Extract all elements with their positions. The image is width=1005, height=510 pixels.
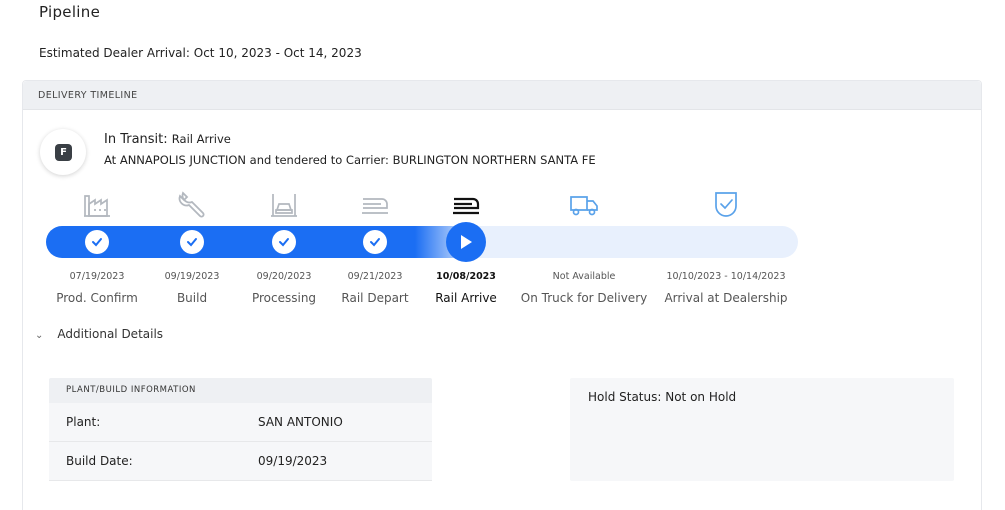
build-date-value: 09/19/2023: [258, 454, 328, 468]
hold-status-panel: Hold Status: Not on Hold: [570, 378, 954, 481]
transit-status-label: In Transit:: [104, 132, 168, 147]
page-title: Pipeline: [39, 3, 101, 21]
transit-status-stage: Rail Arrive: [171, 132, 231, 146]
step-current-play-icon: [446, 222, 486, 262]
train-icon: [453, 197, 480, 215]
step-label: Prod. Confirm: [56, 291, 138, 305]
step-complete-check-icon: [85, 230, 109, 254]
additional-details-toggle[interactable]: ⌄ Additional Details: [35, 327, 163, 341]
estimated-arrival: Estimated Dealer Arrival: Oct 10, 2023 -…: [39, 46, 362, 60]
progress-fill: [46, 226, 475, 258]
step-label: Build: [176, 291, 208, 305]
plant-label: Plant:: [66, 415, 101, 429]
plant-row: Plant: SAN ANTONIO: [49, 403, 432, 442]
delivery-timeline-header: DELIVERY TIMELINE: [23, 81, 981, 110]
wrench-icon: [178, 191, 205, 218]
eta-label: Estimated Dealer Arrival:: [39, 46, 190, 60]
plant-value: SAN ANTONIO: [258, 415, 343, 429]
progress-track: [46, 226, 798, 258]
car-lift-icon: [271, 194, 297, 217]
eta-value: Oct 10, 2023 - Oct 14, 2023: [193, 46, 362, 60]
transit-status: In Transit: Rail Arrive: [104, 132, 231, 147]
truck-icon: [570, 196, 598, 216]
build-date-label: Build Date:: [66, 454, 133, 468]
step-label: Arrival at Dealership: [664, 291, 788, 305]
plant-build-panel: PLANT/BUILD INFORMATION Plant: SAN ANTON…: [49, 378, 432, 481]
step-label: Rail Depart: [341, 291, 409, 305]
step-date: 09/20/2023: [256, 271, 312, 282]
step-label-current: Rail Arrive: [435, 291, 497, 305]
step-label: On Truck for Delivery: [520, 291, 648, 305]
step-label: Processing: [251, 291, 317, 305]
chevron-down-icon: ⌄: [35, 330, 44, 341]
step-date: 09/19/2023: [164, 271, 220, 282]
step-complete-check-icon: [180, 230, 204, 254]
train-icon: [362, 198, 388, 214]
additional-details-label: Additional Details: [57, 327, 164, 341]
step-date: 10/10/2023 - 10/14/2023: [666, 271, 786, 282]
step-date: Not Available: [552, 271, 616, 282]
step-complete-check-icon: [363, 230, 387, 254]
hold-status-text: Hold Status: Not on Hold: [588, 390, 737, 404]
brand-letter: F: [55, 144, 72, 161]
plant-build-header: PLANT/BUILD INFORMATION: [49, 378, 432, 403]
build-date-row: Build Date: 09/19/2023: [49, 442, 432, 481]
factory-icon: [84, 195, 110, 217]
step-complete-check-icon: [272, 230, 296, 254]
step-date-current: 10/08/2023: [436, 271, 496, 282]
step-date: 07/19/2023: [69, 271, 125, 282]
step-date: 09/21/2023: [347, 271, 403, 282]
shield-check-icon: [715, 192, 737, 217]
brand-badge: F: [40, 129, 86, 175]
transit-status-detail: At ANNAPOLIS JUNCTION and tendered to Ca…: [104, 153, 596, 167]
